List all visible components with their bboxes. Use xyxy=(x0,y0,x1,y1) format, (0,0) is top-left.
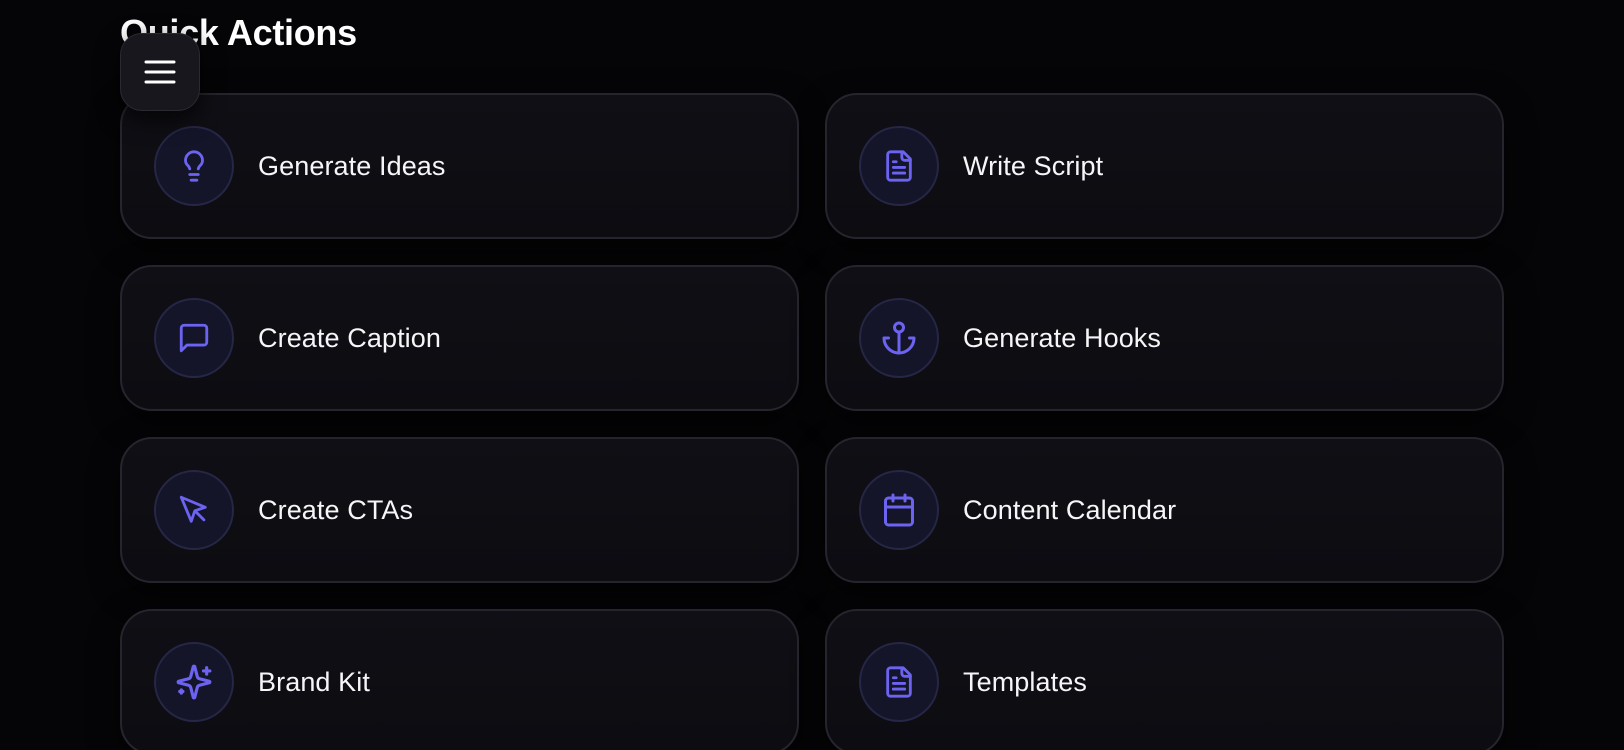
calendar-icon xyxy=(884,493,914,527)
action-icon-circle xyxy=(859,642,939,722)
action-icon-circle xyxy=(859,470,939,550)
document-icon xyxy=(886,150,912,182)
action-card-brand-kit[interactable]: Brand Kit xyxy=(120,609,799,750)
action-card-content-calendar[interactable]: Content Calendar xyxy=(825,437,1504,583)
message-square-icon xyxy=(179,323,209,353)
action-label: Generate Ideas xyxy=(258,150,446,181)
action-label: Create CTAs xyxy=(258,494,414,525)
action-icon-circle xyxy=(154,470,234,550)
action-card-create-caption[interactable]: Create Caption xyxy=(120,265,799,411)
action-icon-circle xyxy=(154,126,234,206)
anchor-icon xyxy=(882,321,916,355)
action-card-create-ctas[interactable]: Create CTAs xyxy=(120,437,799,583)
action-icon-circle xyxy=(154,642,234,722)
action-label: Generate Hooks xyxy=(963,322,1162,353)
quick-actions-grid: Generate Ideas Write Script Create Capti… xyxy=(120,93,1504,750)
action-icon-circle xyxy=(154,298,234,378)
action-label: Create Caption xyxy=(258,322,442,353)
hamburger-menu-icon xyxy=(144,60,176,84)
quick-actions-page: Quick Actions Generate Ideas Write Scrip… xyxy=(0,0,1624,750)
action-label: Templates xyxy=(963,666,1087,697)
action-label: Brand Kit xyxy=(258,666,370,697)
action-label: Write Script xyxy=(963,150,1104,181)
action-card-generate-ideas[interactable]: Generate Ideas xyxy=(120,93,799,239)
action-card-templates[interactable]: Templates xyxy=(825,609,1504,750)
action-icon-circle xyxy=(859,298,939,378)
lightbulb-icon xyxy=(184,150,204,182)
menu-button[interactable] xyxy=(120,33,200,111)
action-icon-circle xyxy=(859,126,939,206)
action-card-write-script[interactable]: Write Script xyxy=(825,93,1504,239)
action-label: Content Calendar xyxy=(963,494,1177,525)
mouse-pointer-icon xyxy=(179,495,207,523)
document-icon xyxy=(886,666,912,698)
action-card-generate-hooks[interactable]: Generate Hooks xyxy=(825,265,1504,411)
sparkles-icon xyxy=(176,664,212,700)
